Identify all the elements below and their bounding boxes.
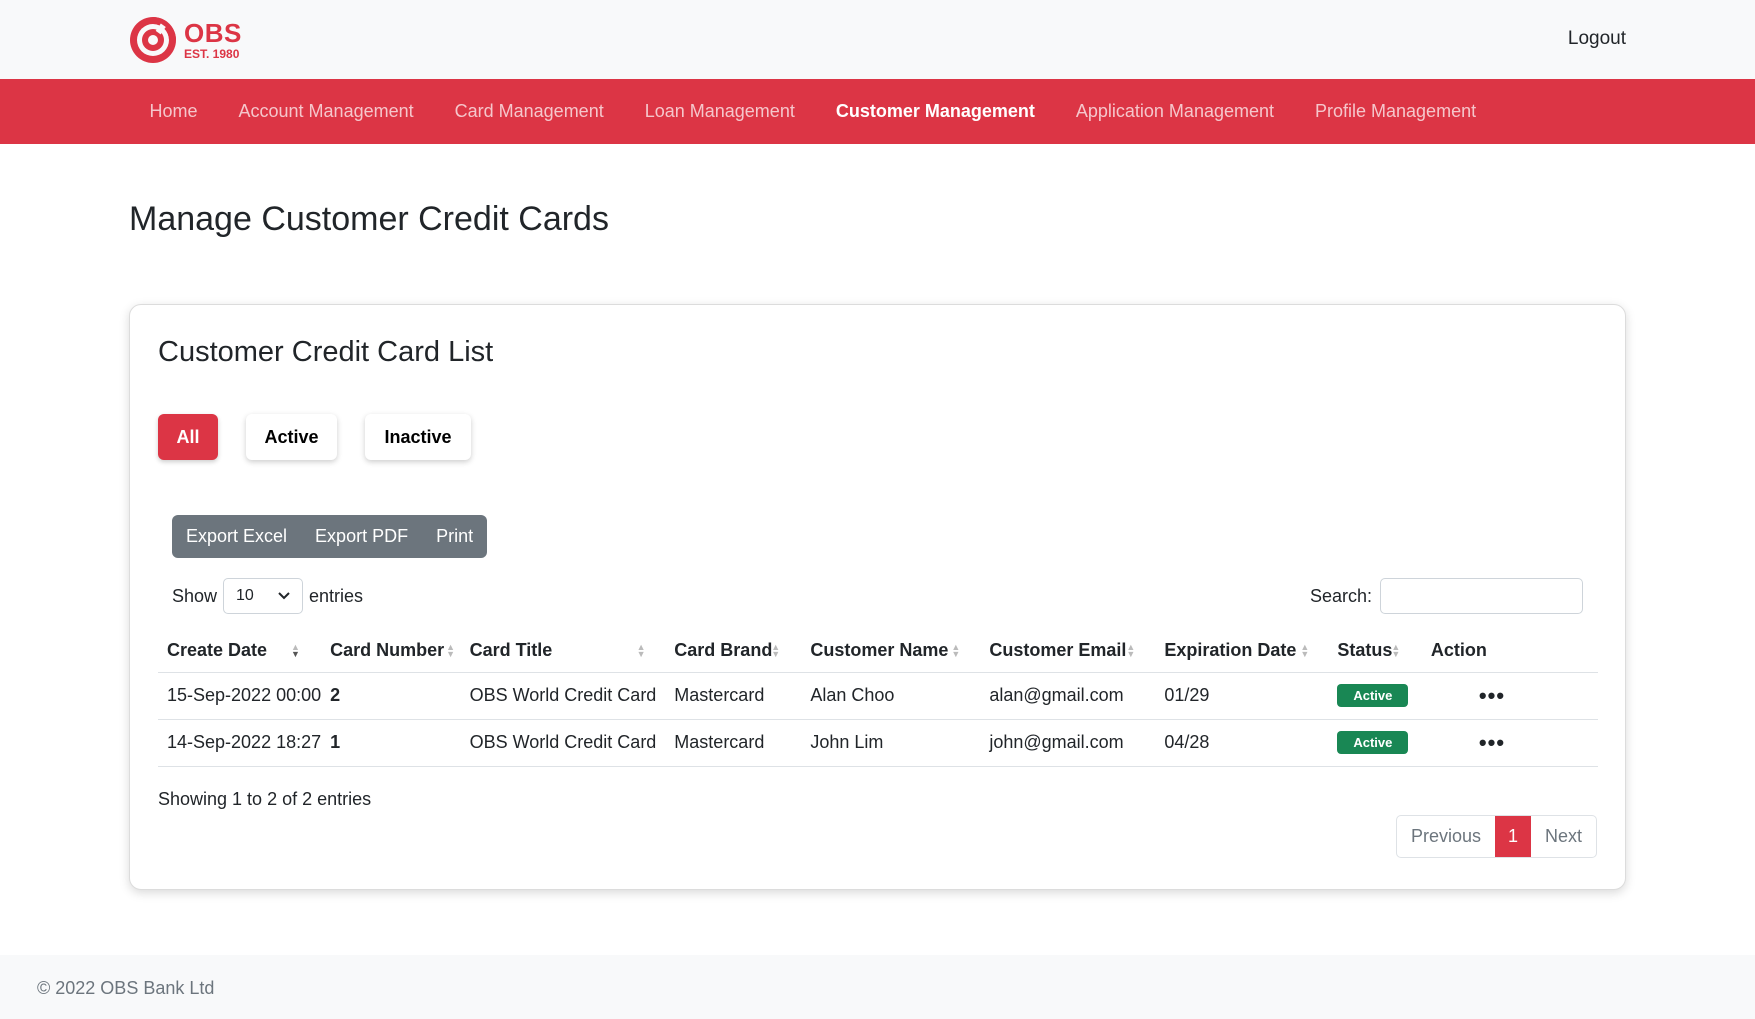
column-header-card-number[interactable]: Card Number ▲ ▼ <box>321 630 461 673</box>
cell-card-number: 2 <box>321 672 461 720</box>
top-bar: OBS EST. 1980 Logout <box>0 0 1755 79</box>
logo-mark-icon <box>128 15 178 65</box>
nav-item-loan-management[interactable]: Loan Management <box>624 101 815 122</box>
export-excel-button[interactable]: Export Excel <box>186 526 301 547</box>
table-info: Showing 1 to 2 of 2 entries <box>158 789 372 809</box>
nav-item-card-management[interactable]: Card Management <box>434 101 624 122</box>
table-row: 15-Sep-2022 00:00 2 OBS World Credit Car… <box>158 672 1598 720</box>
cell-action: ••• <box>1421 719 1598 767</box>
nav-item-account-management[interactable]: Account Management <box>218 101 434 122</box>
table-search: Search: <box>1310 578 1583 614</box>
cell-status: Active <box>1328 719 1422 767</box>
search-input[interactable] <box>1380 578 1583 614</box>
cell-customer-name: John Lim <box>801 719 981 767</box>
sort-icon: ▲ ▼ <box>771 642 781 659</box>
logo-established: EST. 1980 <box>184 47 240 61</box>
column-header-create-date[interactable]: Create Date ▲ ▼ <box>158 630 322 673</box>
column-header-label: Customer Name <box>810 640 949 661</box>
chevron-down-icon <box>278 587 290 605</box>
nav-item-customer-management[interactable]: Customer Management <box>815 101 1055 122</box>
obs-logo[interactable]: OBS EST. 1980 <box>128 14 248 66</box>
more-actions-icon[interactable]: ••• <box>1479 730 1505 756</box>
column-header-customer-email[interactable]: Customer Email ▲ ▼ <box>980 630 1156 673</box>
cell-card-brand: Mastercard <box>665 719 802 767</box>
column-header-label: Action <box>1430 640 1487 661</box>
export-button-group: Export Excel Export PDF Print <box>172 515 488 558</box>
footer: © 2022 OBS Bank Ltd <box>0 955 1755 1019</box>
credit-card-list-card: Customer Credit Card List All Active Ina… <box>129 304 1626 890</box>
sort-icon: ▲ ▼ <box>1300 642 1310 659</box>
cell-expiration-date: 01/29 <box>1155 672 1329 720</box>
column-header-label: Card Brand <box>674 640 773 661</box>
sort-desc-icon: ▲ ▼ <box>291 642 300 659</box>
cell-card-title: OBS World Credit Card <box>460 672 666 720</box>
filter-all-button[interactable]: All <box>158 414 218 460</box>
cell-customer-email: alan@gmail.com <box>980 672 1156 720</box>
previous-page-button[interactable]: Previous <box>1397 816 1495 857</box>
cell-card-number: 1 <box>321 719 461 767</box>
pagination: Previous 1 Next <box>1395 815 1597 858</box>
column-header-status[interactable]: Status ▲ ▼ <box>1328 630 1422 673</box>
logout-link[interactable]: Logout <box>1568 28 1626 50</box>
table-row: 14-Sep-2022 18:27 1 OBS World Credit Car… <box>158 719 1598 767</box>
column-header-label: Customer Email <box>989 640 1127 661</box>
sort-icon: ▲ ▼ <box>951 642 961 659</box>
print-button[interactable]: Print <box>422 526 473 547</box>
table-header-row: Create Date ▲ ▼ Card Number ▲ ▼ Card Title ▲ ▼… <box>158 630 1598 673</box>
cell-create-date: 14-Sep-2022 18:27 <box>158 719 322 767</box>
column-header-action: Action <box>1421 630 1598 673</box>
cell-create-date: 15-Sep-2022 00:00 <box>158 672 322 720</box>
cell-customer-email: john@gmail.com <box>980 719 1156 767</box>
search-label: Search: <box>1309 585 1372 606</box>
status-badge: Active <box>1337 684 1409 707</box>
column-header-label: Status <box>1337 640 1393 661</box>
entries-select[interactable]: 10 <box>223 578 304 614</box>
column-header-label: Create Date <box>167 640 268 661</box>
cell-customer-name: Alan Choo <box>801 672 981 720</box>
column-header-customer-name[interactable]: Customer Name ▲ ▼ <box>801 630 981 673</box>
main-nav: Home Account Management Card Management … <box>0 79 1755 144</box>
sort-icon: ▲ ▼ <box>446 642 456 659</box>
copyright-text: © 2022 OBS Bank Ltd <box>37 978 215 998</box>
cell-expiration-date: 04/28 <box>1155 719 1329 767</box>
status-badge: Active <box>1337 731 1409 754</box>
cell-status: Active <box>1328 672 1422 720</box>
sort-icon: ▲ ▼ <box>1391 642 1401 659</box>
card-title: Customer Credit Card List <box>158 336 494 368</box>
column-header-label: Card Number <box>330 640 445 661</box>
entries-label: entries <box>309 585 364 606</box>
sort-icon: ▲ ▼ <box>636 642 646 659</box>
nav-item-profile-management[interactable]: Profile Management <box>1295 101 1497 122</box>
logo-name: OBS <box>184 18 242 48</box>
next-page-button[interactable]: Next <box>1531 816 1596 857</box>
nav-item-home[interactable]: Home <box>129 101 218 122</box>
sort-icon: ▲ ▼ <box>1126 642 1136 659</box>
cell-card-brand: Mastercard <box>665 672 802 720</box>
column-header-label: Card Title <box>469 640 553 661</box>
page-1-button[interactable]: 1 <box>1494 816 1531 857</box>
column-header-card-brand[interactable]: Card Brand ▲ ▼ <box>665 630 802 673</box>
filter-active-button[interactable]: Active <box>246 414 337 460</box>
filter-inactive-button[interactable]: Inactive <box>365 414 471 460</box>
nav-item-application-management[interactable]: Application Management <box>1055 101 1294 122</box>
column-header-card-title[interactable]: Card Title ▲ ▼ <box>460 630 666 673</box>
entries-length-control: Show 10 entries <box>172 578 363 614</box>
cell-card-title: OBS World Credit Card <box>460 719 666 767</box>
cell-action: ••• <box>1421 672 1598 720</box>
entries-select-value: 10 <box>236 587 254 604</box>
export-pdf-button[interactable]: Export PDF <box>301 526 422 547</box>
column-header-label: Expiration Date <box>1164 640 1297 661</box>
column-header-expiration-date[interactable]: Expiration Date ▲ ▼ <box>1155 630 1329 673</box>
credit-card-table: Create Date ▲ ▼ Card Number ▲ ▼ Card Title ▲ ▼… <box>158 630 1598 767</box>
show-label: Show <box>172 585 218 606</box>
page-title: Manage Customer Credit Cards <box>129 200 609 238</box>
more-actions-icon[interactable]: ••• <box>1479 683 1505 709</box>
